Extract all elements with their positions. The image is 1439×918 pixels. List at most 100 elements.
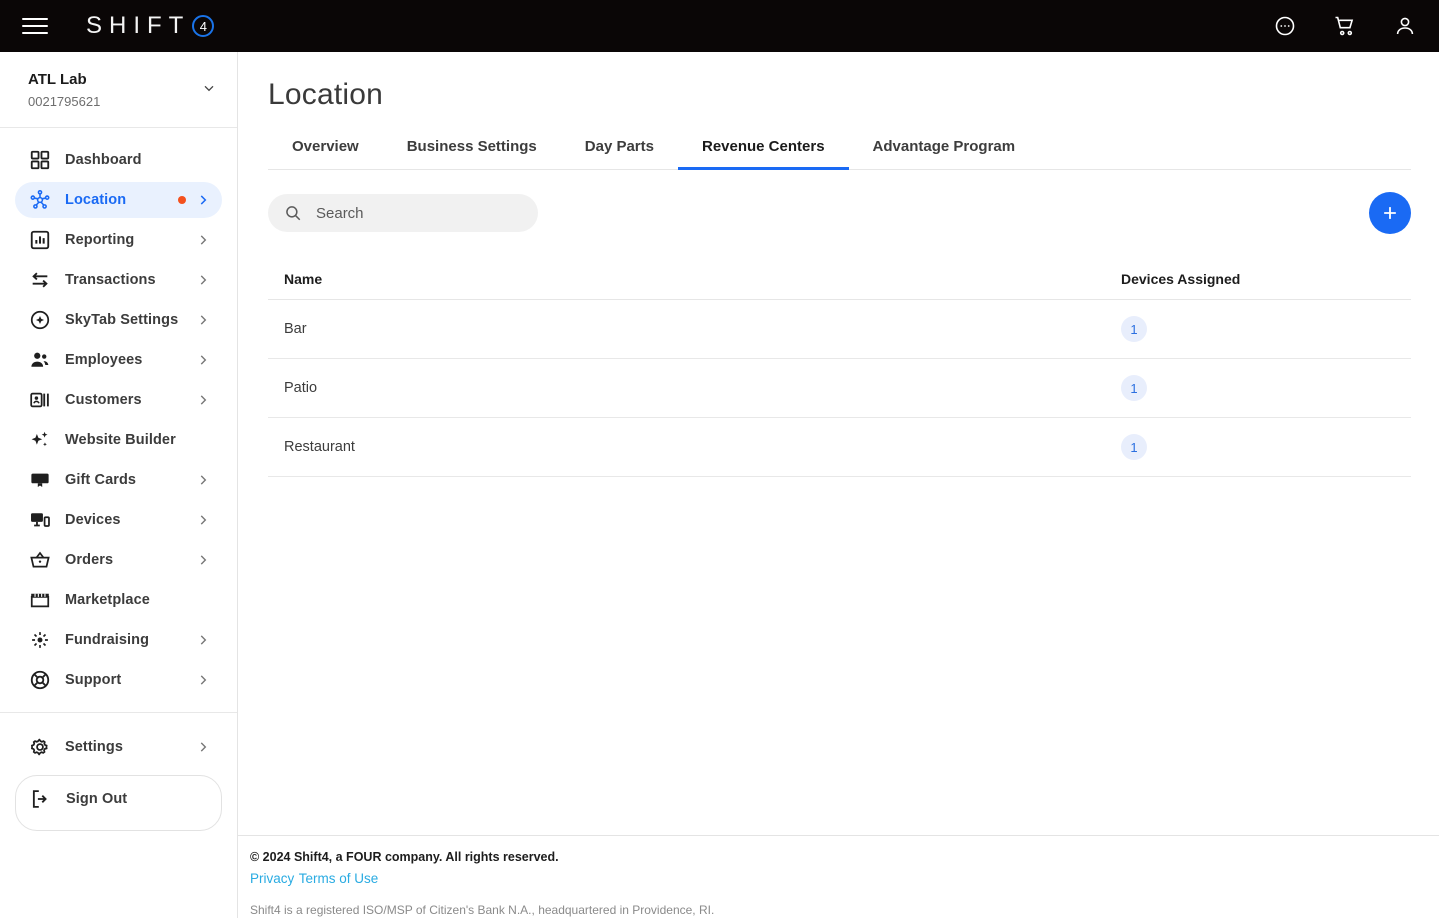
footer: © 2024 Shift4, a FOUR company. All right…: [238, 835, 1439, 918]
top-bar-actions: [1273, 14, 1417, 38]
terms-of-use-link[interactable]: Terms of Use: [299, 871, 379, 886]
cart-icon[interactable]: [1333, 14, 1357, 38]
chevron-right-icon[interactable]: [196, 473, 210, 487]
dashboard-icon: [29, 149, 51, 171]
sidebar-item-label: Fundraising: [65, 632, 149, 648]
page-layout: ATL Lab 0021795621 Dashboard: [0, 52, 1439, 918]
chevron-right-icon[interactable]: [196, 553, 210, 567]
table-row[interactable]: Bar 1: [268, 300, 1411, 359]
toolbar: [268, 170, 1411, 234]
account-icon[interactable]: [1393, 14, 1417, 38]
chevron-right-icon[interactable]: [196, 233, 210, 247]
employees-icon: [29, 349, 51, 371]
notification-dot-icon: [178, 196, 186, 204]
chevron-right-icon[interactable]: [196, 273, 210, 287]
chevron-right-icon[interactable]: [196, 673, 210, 687]
chevron-right-icon[interactable]: [196, 393, 210, 407]
sidebar-item-label: Website Builder: [65, 432, 176, 448]
sidebar-item-marketplace[interactable]: Marketplace: [15, 582, 222, 618]
sidebar-item-skytab-settings[interactable]: SkyTab Settings: [15, 302, 222, 338]
privacy-link[interactable]: Privacy: [250, 871, 294, 886]
search-input[interactable]: [316, 205, 522, 222]
sidebar-item-transactions[interactable]: Transactions: [15, 262, 222, 298]
chevron-right-icon[interactable]: [196, 353, 210, 367]
sidebar-item-label: Reporting: [65, 232, 134, 248]
devices-assigned-badge[interactable]: 1: [1121, 434, 1147, 460]
skytab-icon: [29, 309, 51, 331]
hamburger-menu-icon[interactable]: [22, 16, 48, 36]
brand-badge-icon: 4: [192, 15, 214, 37]
search-icon: [284, 204, 302, 222]
page-title: Location: [268, 52, 1411, 128]
chevron-right-icon[interactable]: [196, 513, 210, 527]
sidebar-bottom: Settings Sign Out: [0, 713, 237, 831]
footer-note: Shift4 is a registered ISO/MSP of Citize…: [250, 902, 1439, 918]
sidebar-item-orders[interactable]: Orders: [15, 542, 222, 578]
devices-assigned-badge[interactable]: 1: [1121, 375, 1147, 401]
table-header-row: Name Devices Assigned: [268, 258, 1411, 300]
column-header-name: Name: [268, 271, 1121, 287]
sidebar-item-fundraising[interactable]: Fundraising: [15, 622, 222, 658]
sidebar-item-label: Employees: [65, 352, 142, 368]
search-container[interactable]: [268, 194, 538, 232]
sidebar-item-label: Orders: [65, 552, 113, 568]
location-selector[interactable]: ATL Lab 0021795621: [0, 52, 237, 128]
tab-day-parts[interactable]: Day Parts: [561, 128, 678, 169]
sidebar-item-customers[interactable]: Customers: [15, 382, 222, 418]
sidebar-item-employees[interactable]: Employees: [15, 342, 222, 378]
sidebar-item-gift-cards[interactable]: Gift Cards: [15, 462, 222, 498]
location-name: ATL Lab: [28, 70, 201, 90]
devices-assigned-badge[interactable]: 1: [1121, 316, 1147, 342]
sidebar: ATL Lab 0021795621 Dashboard: [0, 52, 238, 918]
brand-wordmark: SHIFT: [86, 12, 190, 40]
sidebar-item-label: Marketplace: [65, 592, 150, 608]
chevron-right-icon[interactable]: [196, 740, 210, 754]
sidebar-item-label: Sign Out: [66, 791, 127, 807]
table-row[interactable]: Restaurant 1: [268, 418, 1411, 477]
footer-copyright: © 2024 Shift4, a FOUR company. All right…: [250, 848, 1439, 866]
sidebar-item-label: SkyTab Settings: [65, 312, 178, 328]
brand-logo[interactable]: SHIFT 4: [86, 12, 214, 40]
table-row[interactable]: Patio 1: [268, 359, 1411, 418]
lifebuoy-icon: [29, 669, 51, 691]
chat-icon[interactable]: [1273, 14, 1297, 38]
sidebar-item-website-builder[interactable]: Website Builder: [15, 422, 222, 458]
customers-icon: [29, 389, 51, 411]
tab-revenue-centers[interactable]: Revenue Centers: [678, 128, 849, 169]
sidebar-item-label: Location: [65, 192, 126, 208]
gift-card-icon: [29, 469, 51, 491]
add-revenue-center-button[interactable]: [1369, 192, 1411, 234]
chevron-right-icon[interactable]: [196, 633, 210, 647]
sidebar-item-label: Devices: [65, 512, 121, 528]
cell-name: Restaurant: [268, 439, 1121, 455]
sidebar-item-support[interactable]: Support: [15, 662, 222, 698]
location-hub-icon: [29, 189, 51, 211]
chevron-down-icon[interactable]: [201, 80, 217, 96]
footer-links: Privacy Terms of Use: [250, 870, 1439, 888]
sidebar-item-label: Settings: [65, 739, 123, 755]
sidebar-item-reporting[interactable]: Reporting: [15, 222, 222, 258]
main-content: Location Overview Business Settings Day …: [238, 52, 1439, 918]
transactions-icon: [29, 269, 51, 291]
sidebar-item-label: Gift Cards: [65, 472, 136, 488]
storefront-icon: [29, 589, 51, 611]
chevron-right-icon[interactable]: [196, 313, 210, 327]
chevron-right-icon[interactable]: [196, 193, 210, 207]
signout-container: Sign Out: [15, 775, 222, 831]
sidebar-item-signout[interactable]: Sign Out: [16, 776, 221, 822]
sidebar-item-dashboard[interactable]: Dashboard: [15, 142, 222, 178]
gear-icon: [29, 736, 51, 758]
tab-business-settings[interactable]: Business Settings: [383, 128, 561, 169]
tab-overview[interactable]: Overview: [268, 128, 383, 169]
sidebar-item-label: Dashboard: [65, 152, 142, 168]
sparkle-icon: [29, 429, 51, 451]
top-bar: SHIFT 4: [0, 0, 1439, 52]
sidebar-item-location[interactable]: Location: [15, 182, 222, 218]
sidebar-item-settings[interactable]: Settings: [15, 729, 222, 765]
tab-advantage-program[interactable]: Advantage Program: [849, 128, 1040, 169]
cell-name: Patio: [268, 380, 1121, 396]
sidebar-item-label: Customers: [65, 392, 142, 408]
sidebar-item-label: Support: [65, 672, 121, 688]
revenue-centers-table: Name Devices Assigned Bar 1 Patio 1 Rest…: [268, 258, 1411, 477]
sidebar-item-devices[interactable]: Devices: [15, 502, 222, 538]
